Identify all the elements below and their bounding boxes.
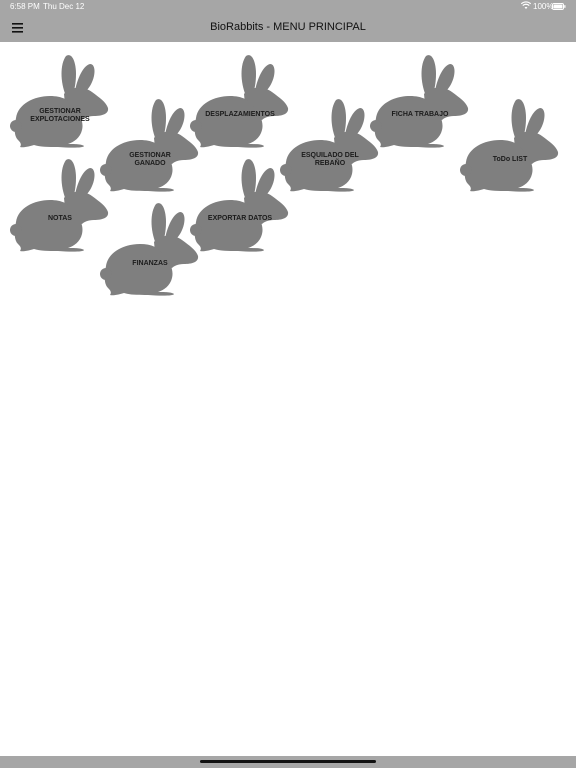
menu-label: FICHA TRABAJO (391, 111, 449, 118)
finanzas-button[interactable]: FINANZAS (100, 200, 200, 296)
status-bar: 6:58 PM Thu Dec 12 100% (0, 0, 576, 14)
rabbit-icon (460, 99, 559, 192)
wifi-icon (521, 1, 531, 9)
battery-icon (552, 3, 566, 10)
status-date: Thu Dec 12 (43, 2, 85, 11)
menu-label: FINANZAS (132, 260, 168, 267)
menu-label: DESPLAZAMIENTOS (205, 111, 275, 118)
home-indicator[interactable] (200, 760, 376, 763)
gestionar-ganado-button[interactable]: GESTIONAR GANADO (100, 96, 200, 192)
rabbit-icon (370, 55, 469, 148)
battery-percentage: 100% (533, 2, 554, 11)
rabbit-icon (10, 55, 109, 148)
rabbit-icon (190, 55, 289, 148)
menu-label: NOTAS (48, 215, 72, 222)
ficha-trabajo-button[interactable]: FICHA TRABAJO (370, 52, 470, 148)
menu-label: ToDo LIST (492, 156, 528, 163)
home-indicator-area (0, 756, 576, 768)
menu-label: GESTIONAR GANADO (129, 152, 171, 167)
menu-label: GESTIONAR EXPLOTACIONES (30, 108, 90, 123)
status-time: 6:58 PM (10, 2, 40, 11)
exportar-datos-button[interactable]: EXPORTAR DATOS (190, 156, 290, 252)
notas-button[interactable]: NOTAS (10, 156, 110, 252)
desplazamientos-button[interactable]: DESPLAZAMIENTOS (190, 52, 290, 148)
rabbit-icon (10, 159, 109, 252)
todo-list-button[interactable]: ToDo LIST (460, 96, 560, 192)
page-title: BioRabbits - MENU PRINCIPAL (210, 21, 366, 33)
esquilado-del-rebano-button[interactable]: ESQUILADO DEL REBAÑO (280, 96, 380, 192)
rabbit-icon (190, 159, 289, 252)
rabbit-icon (280, 99, 379, 192)
rabbit-icon (100, 99, 199, 192)
menu-label: ESQUILADO DEL REBAÑO (301, 152, 359, 167)
navigation-bar: BioRabbits - MENU PRINCIPAL (0, 14, 576, 42)
rabbit-icon (100, 203, 199, 296)
menu-label: EXPORTAR DATOS (207, 215, 273, 222)
gestionar-explotaciones-button[interactable]: GESTIONAR EXPLOTACIONES (10, 52, 110, 148)
